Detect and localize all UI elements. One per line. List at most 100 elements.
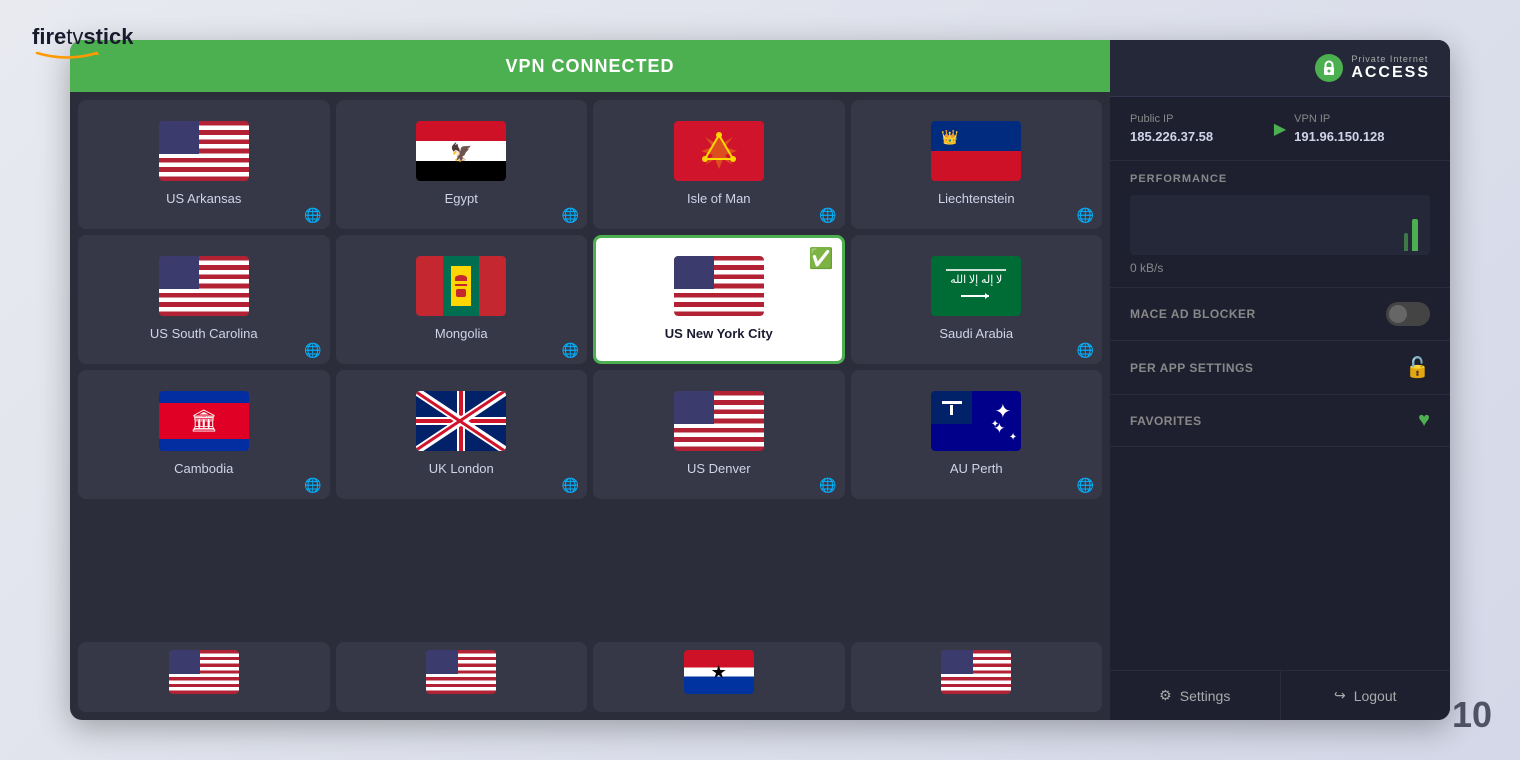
location-label-us-denver: US Denver: [687, 461, 751, 476]
flag-us-south-carolina: [159, 256, 249, 316]
flag-us-new-york: [674, 256, 764, 316]
flag-us-arkansas: [159, 121, 249, 181]
vpn-ip-value: 191.96.150.128: [1294, 129, 1430, 144]
location-label-uk-london: UK London: [429, 461, 494, 476]
globe-icon-us-arkansas: 🌐: [304, 207, 321, 224]
pia-access-label: ACCESS: [1351, 64, 1430, 82]
firetv-logo: fire tv stick: [32, 24, 134, 60]
flag-au-perth: ✦ ✦ ✦ ✦: [931, 391, 1021, 451]
flag-uk-london: [416, 391, 506, 451]
globe-icon-uk-london: 🌐: [562, 477, 579, 494]
public-ip-label: Public IP: [1130, 113, 1266, 125]
logout-button[interactable]: ↪ Logout: [1281, 671, 1451, 720]
public-ip-block: Public IP 185.226.37.58: [1130, 113, 1266, 144]
flag-mongolia: [416, 256, 506, 316]
pia-lock-icon: [1315, 54, 1343, 82]
location-card-mongolia[interactable]: Mongolia 🌐: [336, 235, 588, 364]
performance-label: PERFORMANCE: [1130, 173, 1430, 185]
favorites-label: FAVORITES: [1130, 414, 1202, 428]
bottom-buttons: ⚙ Settings ↪ Logout: [1110, 670, 1450, 720]
globe-icon-us-south-carolina: 🌐: [304, 342, 321, 359]
performance-graph: [1130, 195, 1430, 255]
location-label-saudi-arabia: Saudi Arabia: [939, 326, 1013, 341]
performance-speed: 0 kB/s: [1130, 261, 1430, 275]
per-app-row[interactable]: PER APP SETTINGS 🔓: [1110, 341, 1450, 395]
globe-icon-egypt: 🌐: [562, 207, 579, 224]
location-card-liechtenstein[interactable]: Liechtenstein 🌐: [851, 100, 1103, 229]
performance-section: PERFORMANCE 0 kB/s: [1110, 161, 1450, 288]
per-app-lock-icon: 🔓: [1405, 355, 1430, 380]
partial-card-3[interactable]: ★: [593, 642, 845, 712]
location-label-liechtenstein: Liechtenstein: [938, 191, 1015, 206]
location-card-us-arkansas[interactable]: US Arkansas 🌐: [78, 100, 330, 229]
location-label-us-south-carolina: US South Carolina: [150, 326, 258, 341]
perf-bar-large: [1412, 219, 1418, 251]
per-app-label: PER APP SETTINGS: [1130, 361, 1253, 375]
partial-card-4[interactable]: [851, 642, 1103, 712]
location-card-egypt[interactable]: Egypt 🌐: [336, 100, 588, 229]
location-card-uk-london[interactable]: UK London 🌐: [336, 370, 588, 499]
partial-card-1[interactable]: [78, 642, 330, 712]
partial-flag-1: [169, 650, 239, 694]
perf-bar-small: [1404, 233, 1408, 251]
partial-card-2[interactable]: [336, 642, 588, 712]
flag-egypt: [416, 121, 506, 181]
flag-isle-of-man: [674, 121, 764, 181]
partial-flag-2: [426, 650, 496, 694]
location-label-au-perth: AU Perth: [950, 461, 1003, 476]
globe-icon-cambodia: 🌐: [304, 477, 321, 494]
vpn-status-bar: VPN CONNECTED: [70, 40, 1110, 92]
vpn-ip-label: VPN IP: [1294, 113, 1430, 125]
arrow-right-icon: ▶: [1274, 119, 1286, 139]
location-label-egypt: Egypt: [445, 191, 478, 206]
location-card-us-new-york[interactable]: ✅ US New York City: [593, 235, 845, 364]
mace-toggle[interactable]: [1386, 302, 1430, 326]
logout-icon: ↪: [1334, 687, 1346, 704]
main-container: VPN CONNECTED US Arkansas 🌐 Egypt 🌐: [70, 40, 1450, 720]
flag-liechtenstein: [931, 121, 1021, 181]
iom-triskelion-icon: [674, 121, 764, 181]
globe-icon-isle-of-man: 🌐: [819, 207, 836, 224]
location-grid: US Arkansas 🌐 Egypt 🌐: [70, 92, 1110, 642]
mace-label: MACE AD BLOCKER: [1130, 307, 1256, 321]
logout-button-label: Logout: [1354, 688, 1397, 704]
pia-header: Private Internet ACCESS: [1110, 40, 1450, 97]
location-card-us-denver[interactable]: US Denver 🌐: [593, 370, 845, 499]
location-card-au-perth[interactable]: ✦ ✦ ✦ ✦ AU Perth 🌐: [851, 370, 1103, 499]
right-panel: Private Internet ACCESS Public IP 185.22…: [1110, 40, 1450, 720]
flag-cambodia: 🏛: [159, 391, 249, 451]
location-card-us-south-carolina[interactable]: US South Carolina 🌐: [78, 235, 330, 364]
location-label-isle-of-man: Isle of Man: [687, 191, 751, 206]
lock-svg: [1322, 60, 1336, 76]
ip-section: Public IP 185.226.37.58 ▶ VPN IP 191.96.…: [1110, 97, 1450, 161]
grid-panel: VPN CONNECTED US Arkansas 🌐 Egypt 🌐: [70, 40, 1110, 720]
globe-icon-mongolia: 🌐: [562, 342, 579, 359]
globe-icon-saudi-arabia: 🌐: [1077, 342, 1094, 359]
settings-button[interactable]: ⚙ Settings: [1110, 671, 1281, 720]
pia-private-label: Private Internet: [1351, 54, 1430, 64]
settings-button-label: Settings: [1180, 688, 1231, 704]
globe-icon-liechtenstein: 🌐: [1077, 207, 1094, 224]
amazon-smile-icon: [32, 50, 102, 60]
location-card-saudi-arabia[interactable]: لا إله إلا الله Saudi Arabia 🌐: [851, 235, 1103, 364]
flag-us-denver: [674, 391, 764, 451]
partial-flag-4: [941, 650, 1011, 694]
favorites-heart-icon: ♥: [1418, 409, 1430, 432]
favorites-row[interactable]: FAVORITES ♥: [1110, 395, 1450, 447]
location-label-us-new-york: US New York City: [665, 326, 773, 341]
vpn-ip-block: VPN IP 191.96.150.128: [1294, 113, 1430, 144]
saudi-sword-icon: [961, 288, 991, 304]
pia-logo: Private Internet ACCESS: [1315, 54, 1430, 82]
location-card-isle-of-man[interactable]: Isle of Man 🌐: [593, 100, 845, 229]
check-icon-active: ✅: [809, 246, 834, 271]
location-label-mongolia: Mongolia: [435, 326, 488, 341]
flag-saudi-arabia: لا إله إلا الله: [931, 256, 1021, 316]
mace-row: MACE AD BLOCKER: [1110, 288, 1450, 341]
gear-icon: ⚙: [1159, 687, 1172, 704]
location-label-us-arkansas: US Arkansas: [166, 191, 241, 206]
globe-icon-us-denver: 🌐: [819, 477, 836, 494]
location-label-cambodia: Cambodia: [174, 461, 233, 476]
partial-flag-3: ★: [684, 650, 754, 694]
location-card-cambodia[interactable]: 🏛 Cambodia 🌐: [78, 370, 330, 499]
ten-badge: 10: [1452, 694, 1492, 736]
